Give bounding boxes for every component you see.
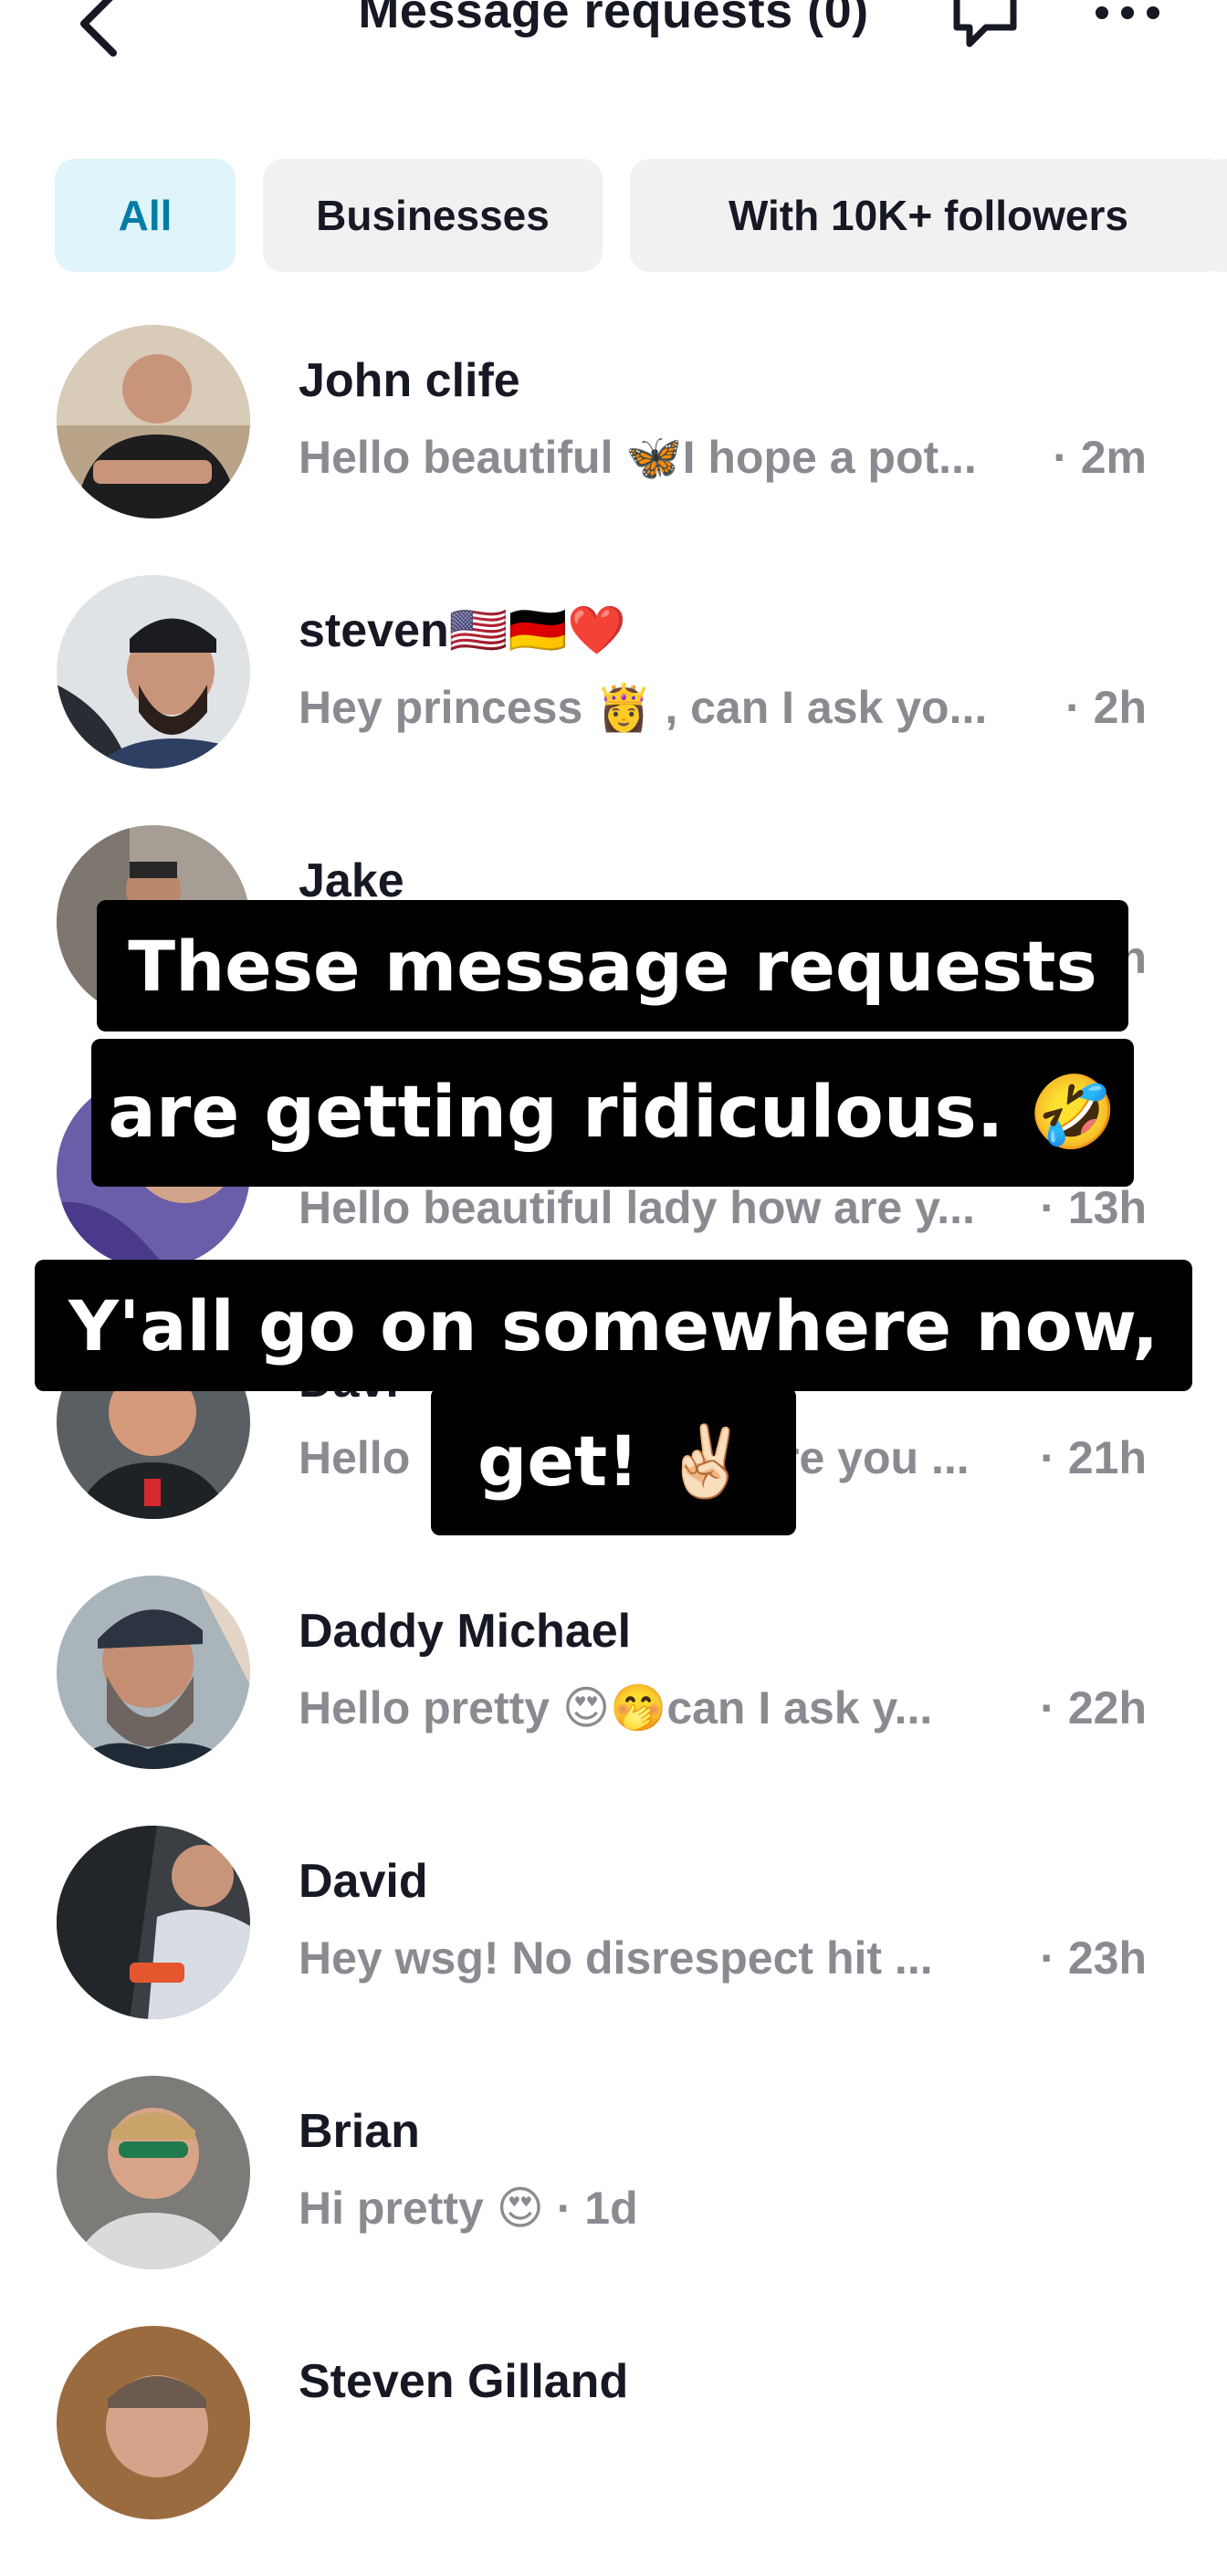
- message-time: · 2h: [1065, 682, 1147, 733]
- sender-name: John clife: [299, 354, 520, 407]
- sender-name: Steven Gilland: [299, 2355, 629, 2408]
- header: Message requests (0): [0, 0, 1227, 119]
- filter-chip-10k-followers[interactable]: With 10K+ followers: [630, 159, 1227, 272]
- compose-button[interactable]: [949, 0, 1026, 57]
- caption-line-1: These message requests: [97, 900, 1128, 1031]
- filter-chip-all[interactable]: All: [55, 159, 236, 272]
- list-item[interactable]: Daddy Michael Hello pretty 😍🤭can I ask y…: [0, 1576, 1227, 1826]
- page-title: Message requests (0): [358, 0, 869, 38]
- message-preview: Hello beautiful 🦋I hope a pot...: [299, 432, 977, 483]
- message-preview: Hello: [299, 1432, 411, 1483]
- message-preview: Hey wsg! No disrespect hit ...: [299, 1932, 933, 1984]
- avatar: [57, 1576, 250, 1769]
- sender-name: David: [299, 1855, 428, 1908]
- message-time: · 22h: [1040, 1682, 1147, 1733]
- sender-name: steven🇺🇸🇩🇪❤️: [299, 604, 626, 657]
- more-options-button[interactable]: [1091, 0, 1164, 33]
- message-preview: Hello beautiful lady how are y...: [299, 1182, 975, 1233]
- message-preview: Hi pretty 😍 · 1d: [299, 2183, 638, 2234]
- avatar: [57, 1826, 250, 2019]
- avatar: [57, 325, 250, 518]
- list-item[interactable]: Steven Gilland: [0, 2326, 1227, 2576]
- message-preview-tail: re you ...: [781, 1432, 970, 1483]
- message-preview: Hey princess 👸 , can I ask yo...: [299, 682, 988, 733]
- sender-name: Brian: [299, 2105, 420, 2158]
- list-item[interactable]: David Hey wsg! No disrespect hit ... · 2…: [0, 1826, 1227, 2076]
- caption-line-3: Y'all go on somewhere now,: [35, 1260, 1192, 1391]
- list-item[interactable]: Brian Hi pretty 😍 · 1d: [0, 2076, 1227, 2326]
- avatar: [57, 2076, 250, 2269]
- filter-chip-more[interactable]: [1201, 159, 1227, 272]
- message-time: · 23h: [1040, 1932, 1147, 1984]
- message-preview: Hello pretty 😍🤭can I ask y...: [299, 1682, 933, 1733]
- filter-chip-businesses[interactable]: Businesses: [263, 159, 603, 272]
- message-requests-screen: Message requests (0) All Businesses With…: [0, 0, 1227, 2519]
- more-horizontal-icon: [1096, 6, 1159, 19]
- message-time: · 13h: [1040, 1182, 1147, 1233]
- caption-line-2: are getting ridiculous. 🤣: [91, 1039, 1134, 1187]
- caption-line-4: get! ✌🏻: [431, 1387, 796, 1535]
- filter-chips: All Businesses With 10K+ followers: [55, 159, 1227, 272]
- message-time: · 2m: [1053, 432, 1147, 483]
- list-item[interactable]: John clife Hello beautiful 🦋I hope a pot…: [0, 325, 1227, 575]
- sender-name: Daddy Michael: [299, 1605, 632, 1658]
- message-time: · 21h: [1040, 1432, 1147, 1483]
- avatar: [57, 575, 250, 769]
- list-item[interactable]: steven🇺🇸🇩🇪❤️ Hey princess 👸 , can I ask …: [0, 575, 1227, 825]
- avatar: [57, 2326, 250, 2519]
- compose-message-icon: [953, 0, 1017, 47]
